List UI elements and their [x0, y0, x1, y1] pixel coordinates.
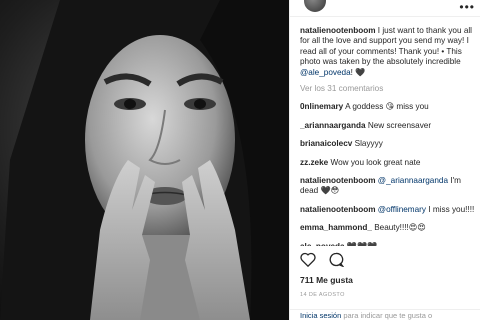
- comment-user[interactable]: ale_poveda: [300, 242, 345, 246]
- comment-item: ale_poveda 🖤🖤🖤: [300, 242, 476, 246]
- caption-mention[interactable]: @ale_poveda: [300, 68, 351, 77]
- comment-text: Beauty!!!!😍😍: [374, 223, 426, 233]
- comment-item: brianaicolecv Slayyyy: [300, 139, 476, 149]
- heart-icon[interactable]: [300, 252, 316, 272]
- comment-user[interactable]: _ariannaarganda: [300, 121, 366, 130]
- post-actions: [300, 252, 476, 272]
- comment-text: New screensaver: [367, 120, 432, 130]
- comment-item: emma_hammond_ Beauty!!!!😍😍: [300, 223, 476, 233]
- comment-icon[interactable]: [328, 252, 346, 272]
- comment-user[interactable]: natalienootenboom: [300, 205, 376, 214]
- comment-user[interactable]: zz.zeke: [300, 158, 328, 167]
- post-photo: [0, 0, 289, 320]
- comment-text: A goddess 😘 miss you: [345, 102, 429, 112]
- comment-user[interactable]: emma_hammond_: [300, 223, 372, 232]
- login-footer: Inicia sesión para indicar que te gusta …: [290, 309, 480, 320]
- comment-text: 🖤🖤🖤: [347, 242, 378, 246]
- comment-item: natalienootenboom @_ariannaarganda I'm d…: [300, 176, 476, 197]
- comment-text: I miss you!!!!: [428, 204, 475, 214]
- caption-author[interactable]: natalienootenboom: [300, 26, 376, 35]
- portrait-image: [0, 0, 289, 320]
- comment-item: 0nlinemary A goddess 😘 miss you: [300, 102, 476, 112]
- likes-count[interactable]: 711 Me gusta: [300, 275, 353, 285]
- more-options-icon[interactable]: •••: [459, 0, 475, 14]
- comment-text: Slayyyy: [354, 139, 383, 149]
- comment-user[interactable]: natalienootenboom: [300, 176, 376, 185]
- comments-list: natalienootenboom I just want to thank y…: [300, 26, 476, 246]
- caption-end: ! 🖤: [350, 67, 366, 77]
- comment-item: natalienootenboom @offlinemary I miss yo…: [300, 205, 476, 215]
- post-header: •••: [290, 0, 480, 17]
- comment-user[interactable]: brianaicolecv: [300, 139, 352, 148]
- comment-mention[interactable]: @offlinemary: [378, 205, 426, 214]
- login-link[interactable]: Inicia sesión: [300, 311, 341, 320]
- comment-text: Wow you look great nate: [330, 157, 421, 167]
- footer-text: para indicar que te gusta o: [343, 311, 433, 320]
- comment-item: _ariannaarganda New screensaver: [300, 121, 476, 131]
- post-side-panel: ••• natalienootenboom I just want to tha…: [289, 0, 480, 320]
- view-more-comments-link[interactable]: Ver los 31 comentarios: [300, 84, 476, 94]
- comment-item: zz.zeke Wow you look great nate: [300, 158, 476, 168]
- post-caption: natalienootenboom I just want to thank y…: [300, 26, 476, 78]
- comment-mention[interactable]: @_ariannaarganda: [378, 176, 448, 185]
- post-date: 14 DE AGOSTO: [300, 292, 345, 298]
- comment-user[interactable]: 0nlinemary: [300, 102, 343, 111]
- author-avatar[interactable]: [304, 0, 326, 12]
